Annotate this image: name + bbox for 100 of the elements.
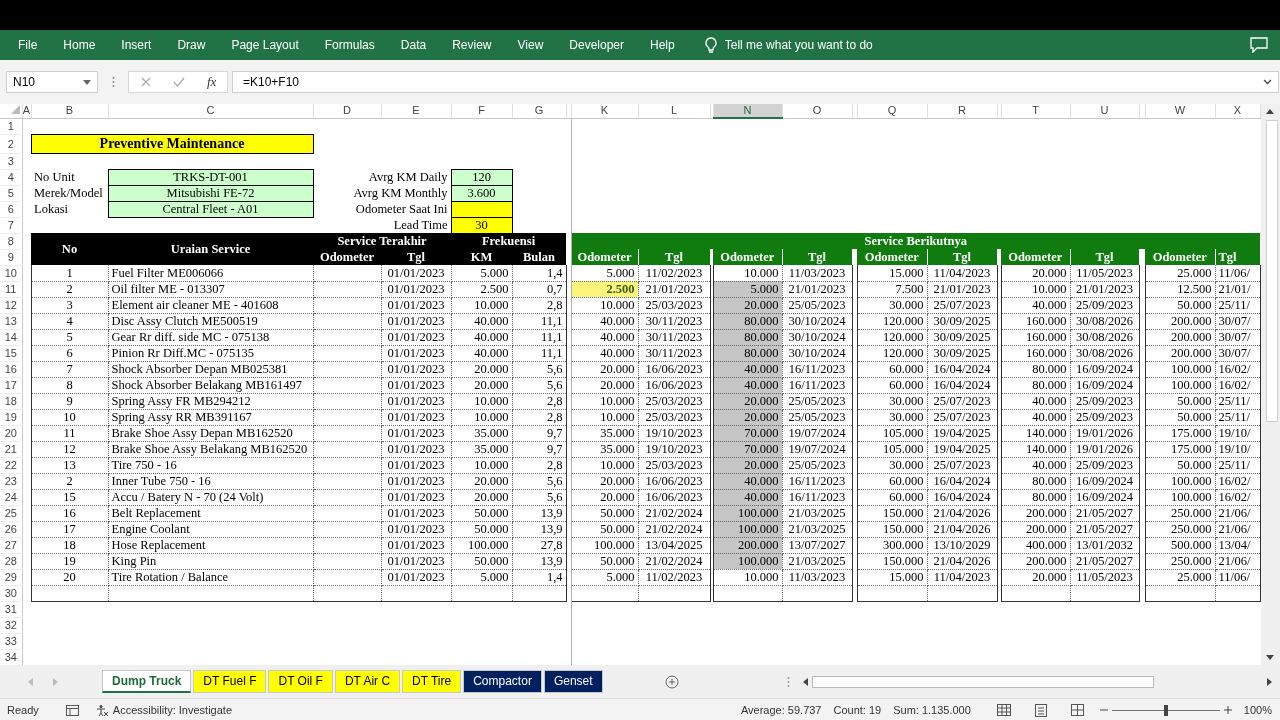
scroll-right-icon[interactable] <box>1266 677 1272 686</box>
column-header[interactable]: G <box>512 104 566 118</box>
slider-thumb[interactable] <box>1163 704 1168 716</box>
table-cell: Tire 750 - 16 <box>108 457 313 473</box>
comment-icon[interactable] <box>1250 37 1268 53</box>
ribbon-tab[interactable]: Insert <box>121 38 152 52</box>
ribbon-tab[interactable]: Home <box>63 38 96 52</box>
column-title: Odometer <box>857 249 927 265</box>
table-cell: 21/01/ <box>1215 281 1260 297</box>
table-cell: 20.000 <box>571 361 638 377</box>
table-cell: 01/01/2023 <box>381 297 451 313</box>
ribbon-tab[interactable]: Formulas <box>324 38 375 52</box>
column-header[interactable]: B <box>31 104 108 118</box>
table-cell: 5,6 <box>512 489 566 505</box>
table-cell: 30/08/2026 <box>1070 345 1139 361</box>
ribbon-tab[interactable]: View <box>517 38 544 52</box>
sheet-tab[interactable]: Dump Truck <box>102 670 192 693</box>
table-cell: Shock Absorber Belakang MB161497 <box>108 377 313 393</box>
column-header[interactable]: C <box>108 104 313 118</box>
column-title: Service Terakhir <box>313 233 451 249</box>
scroll-down-icon[interactable] <box>1266 655 1275 660</box>
sheet-tab[interactable]: DT Oil F <box>268 670 333 693</box>
sheet-tab[interactable]: DT Air C <box>334 670 401 693</box>
table-cell: 35.000 <box>571 425 638 441</box>
column-header[interactable]: D <box>313 104 381 118</box>
column-header[interactable]: R <box>927 104 997 118</box>
column-header[interactable]: Q <box>857 104 927 118</box>
table-cell: 13,9 <box>512 521 566 537</box>
table-cell: 200.000 <box>1001 505 1070 521</box>
table-cell: 10.000 <box>451 297 512 313</box>
macro-icon[interactable] <box>65 704 79 716</box>
check-icon[interactable] <box>173 77 185 87</box>
column-header[interactable]: U <box>1070 104 1139 118</box>
table-cell: 20.000 <box>451 377 512 393</box>
search-field[interactable]: Tell me what you want to do <box>724 38 873 52</box>
column-header[interactable]: X <box>1215 104 1260 118</box>
chevron-icon[interactable] <box>1263 79 1272 85</box>
column-header[interactable]: K <box>571 104 638 118</box>
name-box[interactable]: N10 <box>6 71 98 93</box>
page-break-icon[interactable] <box>1070 704 1084 716</box>
ribbon-tab[interactable]: Help <box>650 38 675 52</box>
more-icon[interactable] <box>112 76 115 88</box>
column-header[interactable]: T <box>1001 104 1070 118</box>
table-cell: 40.000 <box>571 313 638 329</box>
zoom-level[interactable]: 100% <box>1243 704 1272 716</box>
column-header[interactable]: N <box>713 104 782 118</box>
accessibility-icon[interactable] <box>95 703 109 717</box>
table-cell: 20.000 <box>451 361 512 377</box>
page-layout-icon[interactable] <box>1034 703 1047 717</box>
table-cell: 80.000 <box>1001 473 1070 489</box>
status-text: Count: 19 <box>833 704 882 716</box>
table-cell: 25/07/2023 <box>927 393 997 409</box>
table-cell: 13/10/2029 <box>927 537 997 553</box>
column-header[interactable]: W <box>1145 104 1215 118</box>
table-cell: 80.000 <box>1001 361 1070 377</box>
accessibility-status[interactable]: Accessibility: Investigate <box>112 704 232 716</box>
insert-function-button[interactable]: fx <box>207 74 217 90</box>
ribbon-tab[interactable]: Data <box>400 38 427 52</box>
table-cell: 200.000 <box>1145 345 1215 361</box>
add-sheet-icon[interactable] <box>664 674 679 689</box>
table-cell: 60.000 <box>857 489 927 505</box>
sheet-tab[interactable]: DT Fuel F <box>193 670 267 693</box>
column-header[interactable]: F <box>451 104 512 118</box>
scroll-left-icon[interactable] <box>802 677 808 686</box>
table-cell: 15.000 <box>857 569 927 585</box>
table-cell: 10 <box>31 409 108 425</box>
ribbon-tab[interactable]: Developer <box>569 38 624 52</box>
table-cell: 21/03/2025 <box>782 553 852 569</box>
column-header[interactable]: A <box>22 104 31 118</box>
table-cell: 13,9 <box>512 505 566 521</box>
column-header[interactable]: E <box>381 104 451 118</box>
table-cell: 15.000 <box>857 265 927 281</box>
column-header[interactable]: L <box>638 104 710 118</box>
sheet-tab[interactable]: Compactor <box>463 670 542 693</box>
scroll-up-icon[interactable] <box>1266 109 1275 114</box>
table-cell: 40.000 <box>451 313 512 329</box>
table-cell: Fuel Filter ME006066 <box>108 265 313 281</box>
table-cell: 16/11/2023 <box>782 361 852 377</box>
table-cell: 30/11/2023 <box>638 329 710 345</box>
column-header[interactable]: O <box>782 104 852 118</box>
zoom-in-icon[interactable] <box>1223 706 1232 714</box>
table-cell: 30.000 <box>857 297 927 313</box>
table-cell: 16/06/2023 <box>638 489 710 505</box>
table-cell: 13/07/2027 <box>782 537 852 553</box>
table-cell: 21/02/2024 <box>638 553 710 569</box>
normal-view-icon[interactable] <box>996 704 1011 716</box>
column-title: Odometer <box>1145 249 1215 265</box>
ribbon-tab[interactable]: Review <box>452 38 492 52</box>
table-cell: 9 <box>31 393 108 409</box>
table-cell: 50.000 <box>571 505 638 521</box>
sheet-tab[interactable]: DT Tire <box>402 670 462 693</box>
ribbon-tab[interactable]: File <box>18 38 38 52</box>
ribbon-tab[interactable]: Draw <box>177 38 206 52</box>
table-cell: 16/09/2024 <box>1070 377 1139 393</box>
formula-field[interactable]: =K10+F10 <box>232 71 1279 93</box>
sheet-tab[interactable]: Genset <box>543 670 603 693</box>
table-cell: Spring Assy RR MB391167 <box>108 409 313 425</box>
table-cell: 30.000 <box>857 393 927 409</box>
ribbon-tab[interactable]: Page Layout <box>231 38 299 52</box>
table-cell: 25/09/2023 <box>1070 393 1139 409</box>
